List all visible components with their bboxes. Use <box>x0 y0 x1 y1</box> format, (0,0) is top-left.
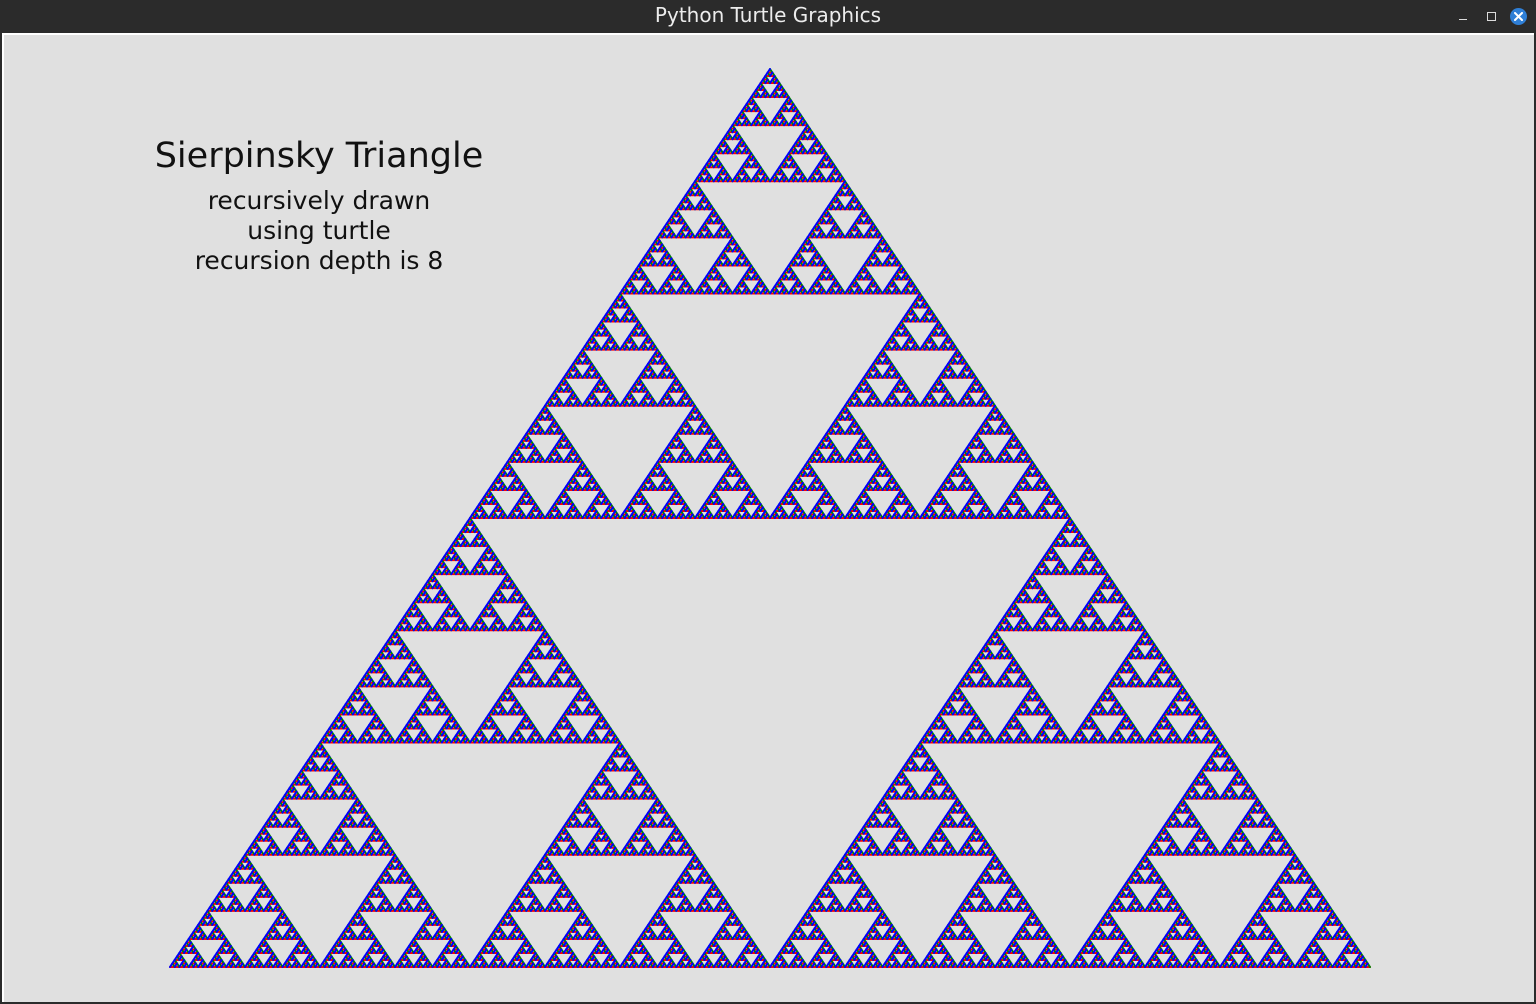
minimize-button[interactable] <box>1453 6 1473 26</box>
maximize-icon <box>1486 11 1496 21</box>
close-button[interactable] <box>1508 6 1528 26</box>
close-icon <box>1509 7 1527 25</box>
canvas-frame: Sierpinsky Triangle recursively drawn us… <box>2 33 1534 1002</box>
title-bar[interactable]: Python Turtle Graphics <box>0 0 1536 32</box>
maximize-button[interactable] <box>1481 6 1501 26</box>
caption-line-1: recursively drawn <box>207 186 431 215</box>
turtle-canvas[interactable]: Sierpinsky Triangle recursively drawn us… <box>4 35 1534 1002</box>
sierpinski-triangle <box>169 68 1371 968</box>
window-title: Python Turtle Graphics <box>654 3 882 27</box>
turtle-window: Python Turtle Graphics Sierpinsky Triang… <box>0 0 1536 1004</box>
caption-line-2: using turtle <box>247 216 391 245</box>
minimize-icon <box>1459 18 1467 20</box>
canvas-heading: Sierpinsky Triangle <box>154 136 484 176</box>
caption-line-3: recursion depth is 8 <box>194 246 444 275</box>
